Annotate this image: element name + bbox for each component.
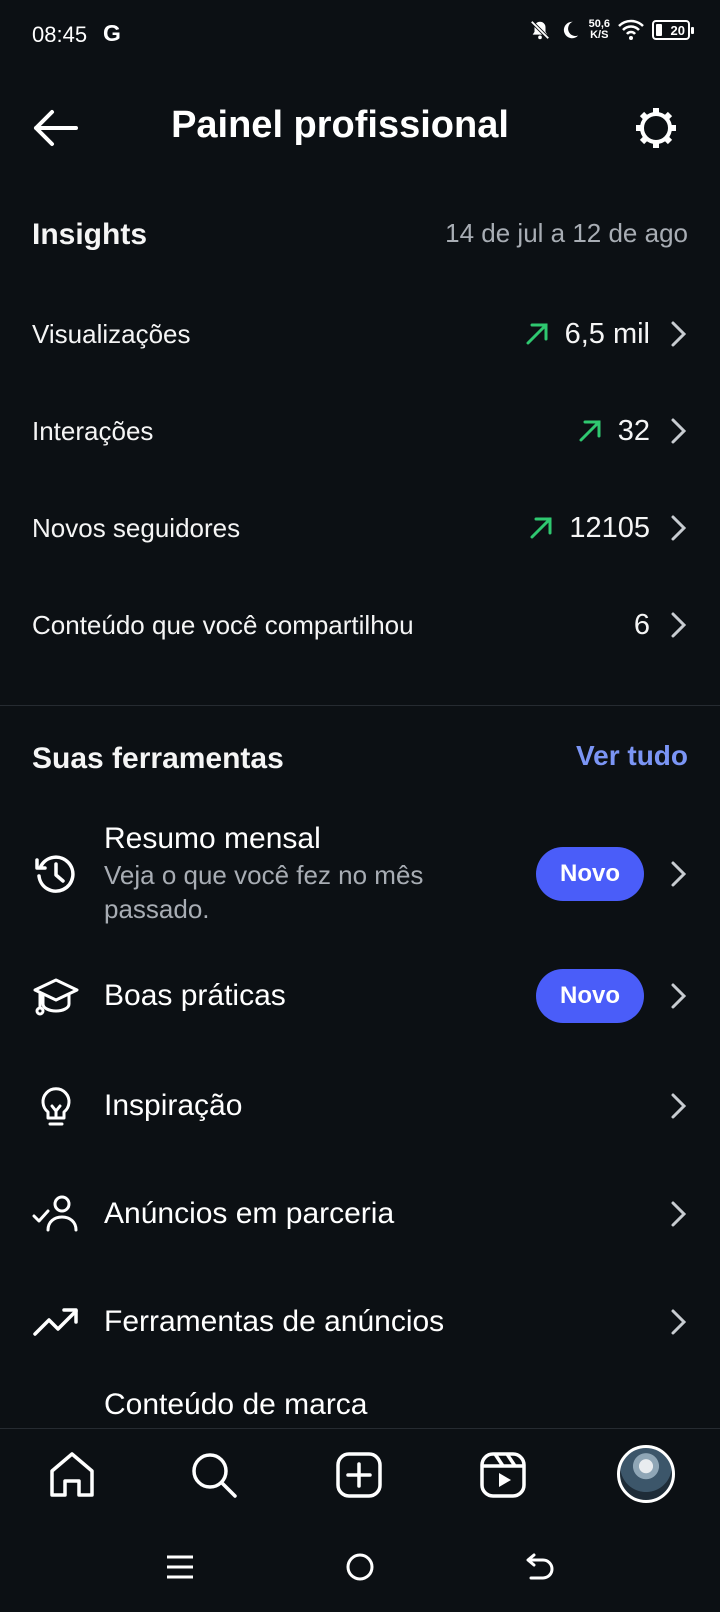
insight-label: Novos seguidores (32, 512, 241, 543)
tool-item-inspiration[interactable]: Inspiração (32, 1082, 688, 1130)
net-speed-unit: K/S (590, 29, 609, 41)
see-all-link[interactable]: Ver tudo (576, 740, 688, 772)
page-title: Painel profissional (171, 104, 509, 146)
insight-label: Visualizações (32, 318, 191, 349)
wifi-icon (618, 19, 644, 40)
insight-label: Interações (32, 415, 154, 446)
trend-up-arrow-icon (579, 420, 601, 442)
insight-value: 12105 (569, 511, 650, 544)
create-icon[interactable] (333, 1449, 385, 1501)
tool-item-partnership-ads[interactable]: Anúncios em parceria (32, 1190, 688, 1238)
chevron-right-icon (671, 1309, 687, 1335)
history-clock-icon (35, 855, 75, 893)
search-icon[interactable] (188, 1449, 240, 1501)
chevron-right-icon (671, 983, 687, 1009)
tools-header: Suas ferramentas Ver tudo (32, 736, 688, 786)
insight-label: Conteúdo que você compartilhou (32, 609, 414, 640)
tool-text: Inspiração (104, 1089, 670, 1123)
tool-item-ad-tools[interactable]: Ferramentas de anúncios (32, 1298, 688, 1346)
tool-text: Resumo mensal Veja o que você fez no mês… (104, 822, 536, 926)
reels-icon[interactable] (477, 1449, 529, 1501)
home-circle-icon[interactable] (343, 1550, 377, 1584)
tool-item-branded-content[interactable]: Conteúdo de marca (104, 1388, 368, 1428)
tool-subtitle: Veja o que você fez no mês passado. (104, 860, 424, 924)
back-icon[interactable] (523, 1550, 557, 1584)
graduation-cap-icon (33, 978, 79, 1016)
insight-value: 6,5 mil (564, 317, 650, 350)
tool-label: Inspiração (104, 1089, 243, 1122)
bell-off-icon (530, 20, 550, 40)
system-nav-bar (0, 1520, 720, 1612)
chevron-right-icon (671, 1093, 687, 1119)
app-header: Painel profissional (0, 88, 720, 168)
new-badge: Novo (536, 847, 644, 901)
tool-label: Resumo mensal (104, 822, 321, 855)
tool-item-monthly-summary[interactable]: Resumo mensal Veja o que você fez no mês… (32, 822, 688, 926)
insights-header: Insights 14 de jul a 12 de ago (32, 212, 688, 262)
chevron-right-icon (671, 1201, 687, 1227)
moon-icon (563, 21, 578, 39)
chevron-right-icon (671, 418, 687, 444)
trend-up-arrow-icon (530, 517, 552, 539)
status-bar: 08:45 G 50,6 K/S 20 (0, 0, 720, 72)
menu-icon[interactable] (163, 1550, 197, 1584)
gear-icon[interactable] (632, 104, 680, 152)
net-speed: 50,6 K/S (589, 19, 610, 41)
trend-up-arrow-icon (526, 323, 548, 345)
status-time: 08:45 (32, 22, 88, 47)
tool-label: Ferramentas de anúncios (104, 1305, 445, 1338)
battery-icon: 20 (652, 20, 694, 40)
chevron-right-icon (671, 612, 687, 638)
person-check-icon (32, 1195, 78, 1232)
insights-title: Insights (32, 218, 148, 251)
profile-avatar[interactable] (617, 1445, 675, 1503)
insight-row-interactions[interactable]: Interações 32 (32, 396, 688, 466)
home-icon[interactable] (46, 1449, 98, 1501)
section-divider (0, 705, 720, 706)
bottom-nav (0, 1428, 720, 1521)
tool-item-best-practices[interactable]: Boas práticas Novo (32, 969, 688, 1023)
chevron-right-icon (671, 861, 687, 887)
tool-text: Anúncios em parceria (104, 1197, 670, 1231)
insight-row-views[interactable]: Visualizações 6,5 mil (32, 299, 688, 369)
insight-row-new-followers[interactable]: Novos seguidores 12105 (32, 493, 688, 563)
new-badge: Novo (536, 969, 644, 1023)
insight-value: 6 (633, 608, 650, 641)
insight-value: 32 (617, 414, 650, 447)
insights-date-range: 14 de jul a 12 de ago (445, 218, 688, 248)
tool-text: Boas práticas (104, 979, 536, 1013)
battery-level: 20 (670, 22, 685, 38)
trending-up-icon (33, 1308, 78, 1336)
tools-title: Suas ferramentas (32, 742, 284, 775)
tool-label: Boas práticas (104, 979, 286, 1012)
chevron-right-icon (671, 321, 687, 347)
insight-row-content-shared[interactable]: Conteúdo que você compartilhou 6 (32, 590, 688, 660)
lightbulb-icon (41, 1087, 71, 1126)
tool-label: Anúncios em parceria (104, 1197, 395, 1230)
carrier-g-icon: G (103, 20, 121, 46)
tool-text: Ferramentas de anúncios (104, 1305, 670, 1339)
status-icons: 50,6 K/S 20 (529, 18, 694, 42)
chevron-right-icon (671, 515, 687, 541)
